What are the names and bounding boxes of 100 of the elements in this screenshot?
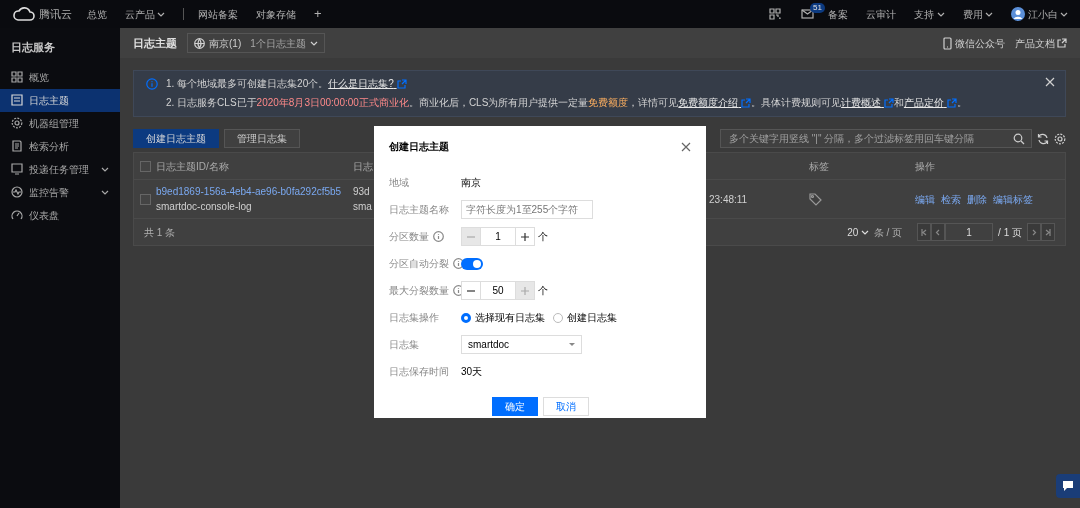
manage-button[interactable]: 管理日志集 bbox=[224, 129, 300, 148]
column-header: 日志 bbox=[353, 159, 374, 174]
number-stepper[interactable]: 1 bbox=[461, 227, 535, 246]
last-page-button[interactable] bbox=[1041, 223, 1055, 241]
page-size-select[interactable]: 20 bbox=[847, 224, 869, 240]
sidebar-title: 日志服务 bbox=[10, 40, 56, 55]
caret-icon bbox=[936, 10, 945, 18]
action-link[interactable]: 编辑 bbox=[915, 191, 935, 207]
sidebar-item[interactable]: 机器组管理 bbox=[0, 111, 120, 135]
next-page-button[interactable] bbox=[1027, 223, 1041, 241]
region-select[interactable]: 南京(1) 1个日志主题 bbox=[187, 33, 325, 53]
sidebar-item[interactable]: 检索分析 bbox=[0, 134, 120, 158]
toggle-switch[interactable] bbox=[461, 257, 483, 270]
action-link[interactable]: 检索 bbox=[941, 191, 961, 207]
action-link[interactable]: 删除 bbox=[967, 191, 987, 207]
header-link[interactable]: 产品文档 bbox=[1014, 35, 1067, 51]
previous-page-button[interactable] bbox=[931, 223, 946, 241]
sidebar-item[interactable]: 概览 bbox=[0, 65, 120, 89]
number-stepper[interactable]: 50 bbox=[461, 281, 535, 300]
list-icon bbox=[11, 140, 23, 152]
qr-code-icon[interactable] bbox=[769, 8, 781, 20]
dialog-title: 创建日志主题 bbox=[389, 140, 449, 154]
dropdown-select[interactable]: smartdoc bbox=[461, 335, 582, 354]
sidebar-item[interactable]: 仪表盘 bbox=[0, 203, 120, 227]
checkbox[interactable] bbox=[140, 160, 151, 172]
notice-link[interactable]: 免费额度介绍 bbox=[678, 97, 752, 108]
nav-link[interactable]: 云产品 bbox=[124, 6, 165, 22]
page-input[interactable]: 1 bbox=[945, 223, 994, 241]
refresh-icon[interactable] bbox=[1037, 132, 1049, 145]
caret-icon bbox=[309, 39, 318, 47]
checkbox[interactable] bbox=[140, 193, 151, 205]
caret-icon bbox=[157, 10, 165, 18]
caret-icon bbox=[569, 342, 575, 347]
next-page-icon bbox=[1031, 228, 1037, 236]
field-label: 日志集 bbox=[389, 338, 419, 352]
radio-option[interactable]: 选择现有日志集 bbox=[461, 310, 545, 325]
chat-icon bbox=[1062, 480, 1074, 492]
notice-link[interactable]: 什么是日志集? bbox=[328, 78, 407, 89]
notice-link[interactable]: 计费概述 bbox=[841, 97, 894, 108]
confirm-button[interactable]: 确定 bbox=[491, 397, 538, 416]
external-link-icon bbox=[741, 98, 752, 109]
shortcut-link[interactable]: 对象存储 bbox=[256, 6, 296, 22]
cancel-button[interactable]: 取消 bbox=[542, 397, 589, 416]
topic-name: smartdoc-console-log bbox=[156, 200, 252, 214]
nav-link[interactable]: 云审计 bbox=[866, 6, 896, 22]
nav-link[interactable]: 备案 bbox=[828, 6, 848, 22]
settings-icon[interactable] bbox=[1054, 132, 1066, 145]
sidebar-item[interactable]: 投递任务管理 bbox=[0, 157, 120, 181]
first-page-button[interactable] bbox=[917, 223, 932, 241]
nav-link[interactable]: 总览 bbox=[86, 6, 107, 22]
sidebar-item[interactable]: 日志主题 bbox=[0, 88, 120, 112]
nav-link[interactable]: 支持 bbox=[914, 6, 945, 22]
column-header: 标签 bbox=[809, 159, 830, 174]
caret-icon bbox=[101, 165, 109, 173]
user-menu[interactable]: 江小白 bbox=[1027, 6, 1068, 22]
field-value: 30天 bbox=[461, 365, 483, 379]
search-field[interactable]: 多个关键字用竖线 "|" 分隔，多个过滤标签用回车键分隔 bbox=[720, 129, 1032, 148]
field-label: 日志主题名称 bbox=[389, 203, 449, 217]
tag-icon[interactable] bbox=[809, 193, 822, 207]
field-label: 分区数量 bbox=[389, 230, 429, 244]
plus-icon bbox=[521, 232, 529, 241]
avatar-icon[interactable] bbox=[1011, 7, 1025, 21]
close-icon[interactable] bbox=[681, 141, 691, 152]
gauge-icon bbox=[11, 209, 23, 221]
text-input[interactable]: 字符长度为1至255个字符 bbox=[461, 200, 593, 219]
notice-text: 1. 每个地域最多可创建日志集20个。什么是日志集? bbox=[166, 77, 1037, 91]
grid-icon bbox=[11, 71, 23, 83]
chat-button[interactable] bbox=[1056, 474, 1080, 498]
previous-page-icon bbox=[935, 228, 942, 236]
mail-icon[interactable] bbox=[801, 8, 814, 20]
column-header: 日志主题ID/名称 bbox=[156, 159, 230, 174]
field-label: 最大分裂数量 bbox=[389, 284, 449, 298]
table-cell-text: 93d bbox=[353, 185, 370, 199]
header-link[interactable]: 微信公众号 bbox=[943, 35, 1005, 51]
external-link-icon bbox=[1057, 38, 1067, 48]
page-title: 日志主题 bbox=[133, 35, 177, 51]
document-icon bbox=[11, 94, 23, 106]
pulse-icon bbox=[11, 186, 23, 198]
page-total: / 1 页 bbox=[997, 225, 1023, 240]
external-link-icon bbox=[883, 98, 894, 109]
last-page-icon bbox=[1045, 228, 1051, 236]
gear-icon bbox=[11, 117, 23, 129]
cloud-logo-icon bbox=[12, 6, 36, 22]
count-badge: 51 bbox=[810, 3, 825, 13]
first-page-icon bbox=[921, 228, 928, 236]
external-link-icon bbox=[396, 79, 407, 90]
total-count: 共 1 条 bbox=[144, 225, 176, 240]
add-button[interactable]: + bbox=[314, 4, 322, 24]
radio-option[interactable]: 创建日志集 bbox=[553, 310, 617, 325]
topic-id-link[interactable]: b9ed1869-156a-4eb4-ae96-b0fa292cf5b5 bbox=[156, 184, 342, 199]
nav-link[interactable]: 费用 bbox=[962, 6, 993, 22]
field-value: 南京 bbox=[461, 176, 481, 190]
shortcut-link[interactable]: 网站备案 bbox=[198, 6, 238, 22]
create-button[interactable]: 创建日志主题 bbox=[133, 129, 219, 148]
external-link-icon bbox=[946, 98, 957, 109]
sidebar-item[interactable]: 监控告警 bbox=[0, 180, 120, 204]
action-link[interactable]: 编辑标签 bbox=[993, 191, 1033, 207]
info-icon bbox=[146, 78, 158, 90]
notice-link[interactable]: 产品定价 bbox=[903, 97, 957, 108]
caret-icon bbox=[860, 228, 869, 236]
